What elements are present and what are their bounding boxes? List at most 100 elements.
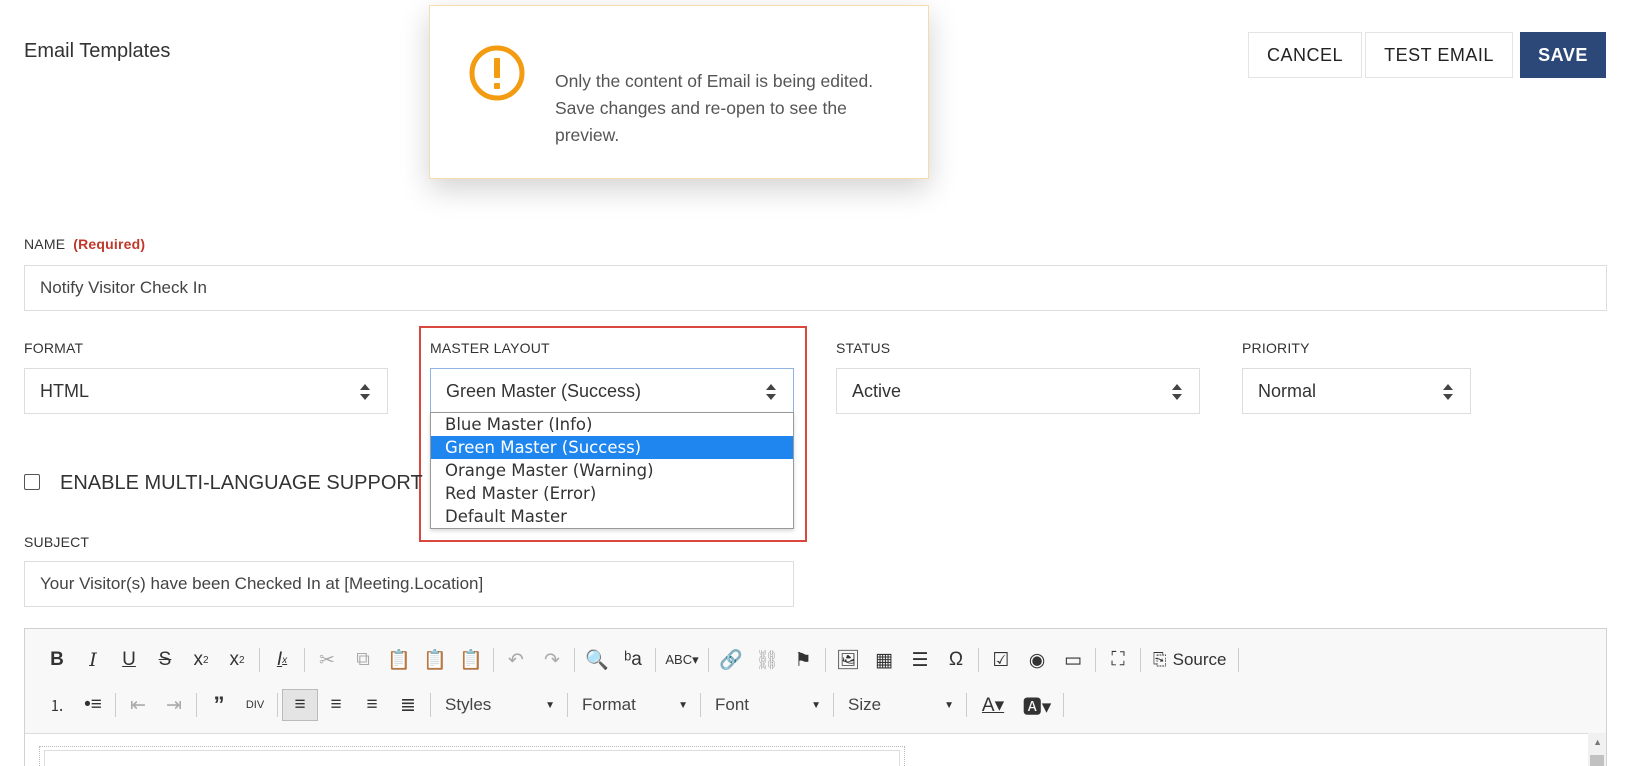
toolbar-separator	[196, 693, 197, 717]
toolbar-separator	[1063, 693, 1064, 717]
anchor-flag-icon[interactable]: ⚑	[785, 644, 821, 676]
maximize-icon[interactable]: ⛶	[1100, 644, 1136, 676]
image-icon[interactable]: 🖼	[830, 644, 866, 676]
rich-text-editor: B I U S x2 x2 Ix ✂ ⧉ 📋 📋 📋 ↶ ↷ 🔍 ᵇa ABC▾…	[24, 628, 1607, 766]
align-left-icon[interactable]: ≡	[282, 689, 318, 721]
div-container-icon[interactable]: DIV	[237, 689, 273, 721]
scroll-thumb[interactable]	[1590, 755, 1604, 766]
superscript-icon[interactable]: x2	[219, 644, 255, 676]
scroll-up-icon[interactable]: ▲	[1593, 737, 1602, 747]
save-button[interactable]: SAVE	[1520, 32, 1606, 78]
italic-icon[interactable]: I	[75, 644, 111, 676]
status-select[interactable]: Active	[836, 368, 1200, 414]
cut-icon[interactable]: ✂	[309, 644, 345, 676]
option-default-master[interactable]: Default Master	[431, 505, 793, 528]
paste-word-icon[interactable]: 📋	[453, 644, 489, 676]
option-blue-master[interactable]: Blue Master (Info)	[431, 413, 793, 436]
source-label: Source	[1172, 650, 1227, 669]
increase-indent-icon[interactable]: ⇥	[156, 689, 192, 721]
page-title: Email Templates	[24, 40, 171, 62]
toolbar-separator	[978, 648, 979, 672]
notice-message: Only the content of Email is being edite…	[555, 68, 895, 149]
undo-icon[interactable]: ↶	[498, 644, 534, 676]
subject-label: SUBJECT	[24, 534, 90, 550]
toolbar-separator	[825, 648, 826, 672]
checkbox-field-icon[interactable]: ☑	[983, 644, 1019, 676]
align-center-icon[interactable]: ≡	[318, 689, 354, 721]
master-layout-label: MASTER LAYOUT	[430, 340, 550, 356]
editor-scrollbar[interactable]: ▲	[1588, 733, 1606, 766]
option-orange-master[interactable]: Orange Master (Warning)	[431, 459, 793, 482]
bulleted-list-icon[interactable]: •≡	[75, 689, 111, 721]
master-layout-select-value: Green Master (Success)	[446, 380, 642, 401]
toolbar-separator	[833, 693, 834, 717]
table-icon[interactable]: ▦	[866, 644, 902, 676]
editor-toolbar-row-1: B I U S x2 x2 Ix ✂ ⧉ 📋 📋 📋 ↶ ↷ 🔍 ᵇa ABC▾…	[39, 643, 1243, 677]
caret-down-icon: ▼	[678, 699, 688, 711]
underline-icon[interactable]: U	[111, 644, 147, 676]
bold-icon[interactable]: B	[39, 644, 75, 676]
radio-field-icon[interactable]: ◉	[1019, 644, 1055, 676]
editor-toolbar-row-2: ⒈ •≡ ⇤ ⇥ ” DIV ≡ ≡ ≡ ≣ Styles ▼ Format ▼…	[39, 688, 1068, 722]
name-input[interactable]: Notify Visitor Check In	[24, 265, 1607, 311]
special-char-icon[interactable]: Ω	[938, 644, 974, 676]
option-green-master[interactable]: Green Master (Success)	[431, 436, 793, 459]
info-notice: Only the content of Email is being edite…	[429, 5, 929, 179]
toolbar-separator	[655, 648, 656, 672]
format-label: FORMAT	[24, 340, 84, 356]
find-icon[interactable]: 🔍	[579, 644, 615, 676]
multi-language-checkbox[interactable]	[24, 474, 40, 490]
subject-input[interactable]: Your Visitor(s) have been Checked In at …	[24, 561, 794, 607]
strikethrough-icon[interactable]: S	[147, 644, 183, 676]
select-arrows-icon	[360, 384, 370, 400]
redo-icon[interactable]: ↷	[534, 644, 570, 676]
priority-select[interactable]: Normal	[1242, 368, 1471, 414]
replace-icon[interactable]: ᵇa	[615, 644, 651, 676]
caret-down-icon: ▼	[545, 699, 555, 711]
source-button[interactable]: ⎘ Source	[1145, 650, 1234, 670]
styles-combo[interactable]: Styles ▼	[435, 689, 563, 721]
blockquote-icon[interactable]: ”	[201, 689, 237, 721]
size-combo[interactable]: Size ▼	[838, 689, 962, 721]
required-badge: (Required)	[73, 236, 146, 252]
priority-label: PRIORITY	[1242, 340, 1310, 356]
link-icon[interactable]: 🔗	[713, 644, 749, 676]
unlink-icon[interactable]: ⛓	[749, 644, 785, 676]
editor-content-area[interactable]	[25, 733, 1606, 766]
multi-language-label: ENABLE MULTI-LANGUAGE SUPPORT	[60, 472, 423, 494]
format-select[interactable]: HTML	[24, 368, 388, 414]
toolbar-separator	[700, 693, 701, 717]
decrease-indent-icon[interactable]: ⇤	[120, 689, 156, 721]
format-combo[interactable]: Format ▼	[572, 689, 696, 721]
status-select-value: Active	[852, 380, 902, 401]
numbered-list-icon[interactable]: ⒈	[39, 689, 75, 721]
align-right-icon[interactable]: ≡	[354, 689, 390, 721]
option-red-master[interactable]: Red Master (Error)	[431, 482, 793, 505]
toolbar-separator	[430, 693, 431, 717]
caret-down-icon: ▼	[811, 699, 821, 711]
size-combo-label: Size	[848, 695, 882, 714]
font-combo[interactable]: Font ▼	[705, 689, 829, 721]
toolbar-separator	[1140, 648, 1141, 672]
test-email-button[interactable]: TEST EMAIL	[1365, 32, 1513, 78]
master-layout-select[interactable]: Green Master (Success)	[430, 368, 794, 414]
subscript-icon[interactable]: x2	[183, 644, 219, 676]
horizontal-line-icon[interactable]: ☰	[902, 644, 938, 676]
notice-line-2: Save changes and re-open to see the	[555, 98, 847, 118]
select-arrows-icon	[1172, 384, 1182, 400]
background-color-icon[interactable]: 🅰▾	[1015, 689, 1059, 721]
master-layout-dropdown: Blue Master (Info) Green Master (Success…	[430, 412, 794, 529]
justify-icon[interactable]: ≣	[390, 689, 426, 721]
paste-text-icon[interactable]: 📋	[417, 644, 453, 676]
paste-icon[interactable]: 📋	[381, 644, 417, 676]
text-color-icon[interactable]: A▾	[971, 689, 1015, 721]
cancel-button[interactable]: CANCEL	[1248, 32, 1362, 78]
toolbar-separator	[574, 648, 575, 672]
copy-icon[interactable]: ⧉	[345, 644, 381, 676]
spellcheck-icon[interactable]: ABC▾	[660, 644, 704, 676]
name-label-text: NAME	[24, 236, 66, 252]
toolbar-separator	[304, 648, 305, 672]
remove-format-icon[interactable]: Ix	[264, 644, 300, 676]
text-field-icon[interactable]: ▭	[1055, 644, 1091, 676]
toolbar-separator	[567, 693, 568, 717]
